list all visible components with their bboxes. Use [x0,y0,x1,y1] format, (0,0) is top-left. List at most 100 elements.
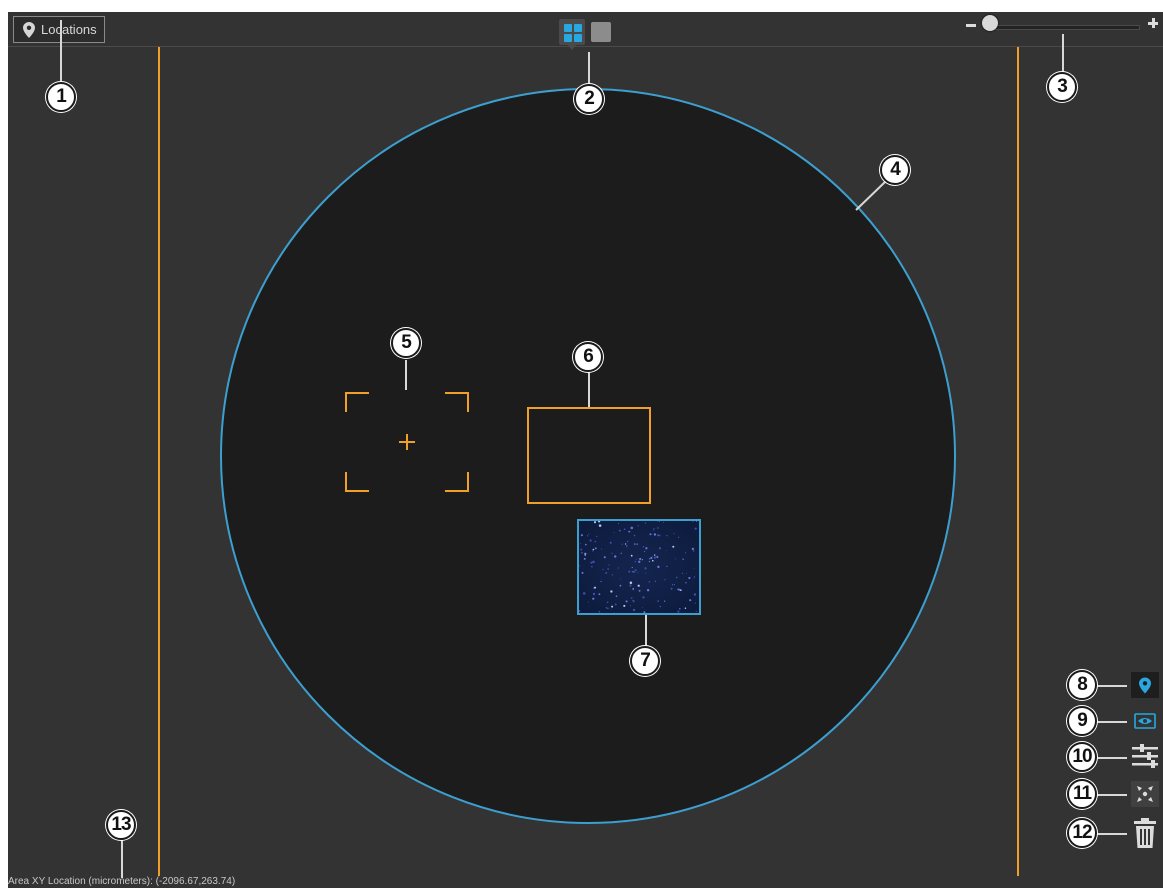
expand-icon [1137,786,1153,802]
speckle [641,607,643,609]
speckle [663,600,666,602]
speckle [587,601,589,603]
speckle [579,610,581,612]
speckle [642,545,645,548]
speckle [670,587,673,590]
speckle [672,584,674,586]
speckle [611,574,613,576]
speckle [696,521,697,522]
speckle [608,564,610,566]
speckle [637,584,640,587]
speckle [672,545,675,548]
speckle [586,553,588,555]
speckle [600,580,602,583]
speckle [637,572,639,574]
speckle [654,580,656,582]
speckle [580,534,583,537]
speckle [610,608,612,610]
speckle [642,596,645,599]
speckle [653,528,655,530]
fit-tool[interactable] [1131,781,1159,807]
speckle [608,564,610,566]
delete-tool[interactable] [1131,816,1159,850]
speckle [592,597,595,600]
speckle [594,540,597,543]
speckle [613,612,615,613]
speckle [693,593,697,596]
speckle [656,555,659,559]
speckle [619,584,622,587]
preview-tool[interactable] [1131,708,1159,734]
crosshair-target[interactable] [345,392,469,492]
stage-limit-left [158,47,160,876]
speckle [591,565,593,568]
location-pin-tool[interactable] [1131,672,1159,698]
grid-view-button[interactable] [559,19,585,50]
status-location-readout: Area XY Location (micrometers): (-2096.6… [8,876,236,887]
speckle [657,565,660,569]
speckle [625,544,628,547]
speckle [693,567,695,569]
speckle [681,572,684,575]
speckle [620,552,622,554]
speckle [691,547,695,551]
speckle [644,522,647,524]
speckle [602,568,604,571]
speckle [637,525,639,527]
speckle [617,567,619,569]
speckle [597,521,601,523]
speckle [607,568,610,570]
speckle [644,567,647,570]
speckle [592,550,593,552]
speckle [590,561,593,564]
speckle [643,611,646,613]
single-view-button[interactable] [591,22,611,42]
speckle [631,571,633,573]
speckle [645,547,648,550]
speckle [689,599,692,602]
speckle [694,602,696,604]
speckle [694,527,697,530]
view-mode-toggle [559,19,611,50]
speckle [666,565,668,567]
speckle [600,548,602,550]
speckle [636,543,638,545]
orange-area-box[interactable] [527,407,651,504]
speckle [638,589,641,592]
callout-11: 11 [1067,779,1097,809]
speckle [688,576,691,580]
callout-5: 5 [391,328,421,358]
trash-icon [1134,818,1156,848]
speckle [628,570,631,573]
locations-button[interactable]: Locations [13,16,105,43]
speckle [692,550,695,552]
zoom-slider-thumb[interactable] [982,15,998,31]
speckle [613,555,617,558]
zoom-slider-track[interactable] [986,25,1140,30]
speckle [593,521,597,524]
speckle [611,605,614,608]
fluorescence-image [579,521,697,613]
callout-1: 1 [46,82,76,112]
speckle [594,547,597,550]
adjust-tool[interactable] [1131,744,1159,770]
speckle [674,558,676,560]
speckle [650,556,653,560]
captured-image-thumbnail[interactable] [577,519,701,615]
speckle [644,550,646,552]
speckle [639,557,642,561]
locations-label: Locations [41,22,97,37]
zoom-out-icon[interactable] [966,24,976,27]
speckle [657,600,659,602]
callout-13: 13 [106,810,136,840]
zoom-in-icon[interactable] [1148,18,1158,28]
speckle [632,570,635,574]
speckle [638,560,641,563]
speckle [615,595,618,598]
speckle [629,584,632,587]
speckle [641,559,643,561]
speckle [594,586,597,589]
speckle [580,548,583,551]
speckle [693,576,696,578]
speckle [635,558,637,560]
